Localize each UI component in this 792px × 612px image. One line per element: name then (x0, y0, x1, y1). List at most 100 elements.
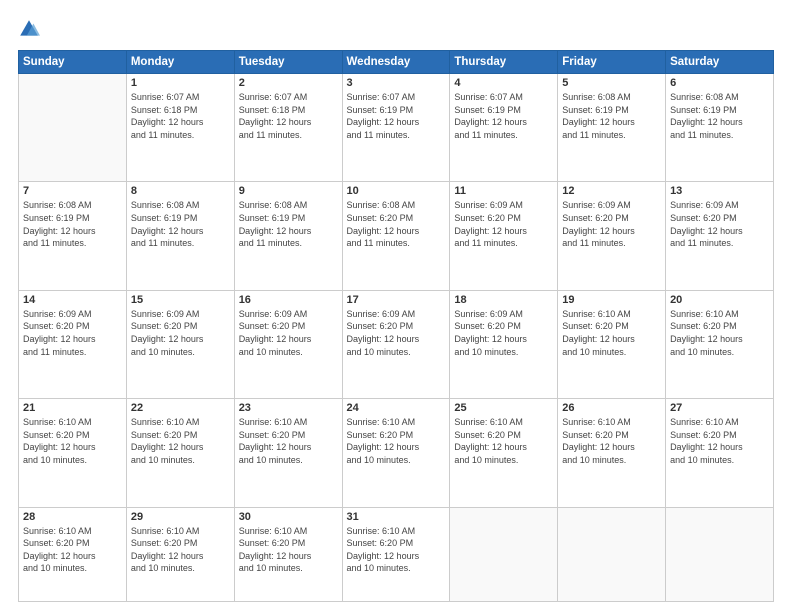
calendar-day-cell: 12 Sunrise: 6:09 AM Sunset: 6:20 PM Dayli… (558, 182, 666, 290)
calendar-day-cell: 5Sunrise: 6:08 AM Sunset: 6:19 PM Daylig… (558, 74, 666, 182)
day-info: Sunrise: 6:08 AM Sunset: 6:20 PM Dayligh… (347, 199, 446, 249)
calendar-week-row: 28 Sunrise: 6:10 AM Sunset: 6:20 PM Dayli… (19, 507, 774, 601)
calendar-day-cell: 13Sunrise: 6:09 AM Sunset: 6:20 PM Dayli… (666, 182, 774, 290)
calendar-day-cell: 6 Sunrise: 6:08 AM Sunset: 6:19 PM Daylig… (666, 74, 774, 182)
calendar-day-cell (450, 507, 558, 601)
calendar-week-row: 7 Sunrise: 6:08 AM Sunset: 6:19 PM Daylig… (19, 182, 774, 290)
day-number: 22 (131, 402, 230, 414)
calendar-day-cell: 8 Sunrise: 6:08 AM Sunset: 6:19 PM Daylig… (126, 182, 234, 290)
day-info: Sunrise: 6:10 AM Sunset: 6:20 PM Dayligh… (131, 525, 230, 575)
calendar-day-cell: 18 Sunrise: 6:09 AM Sunset: 6:20 PM Dayli… (450, 290, 558, 398)
day-info: Sunrise: 6:09 AM Sunset: 6:20 PM Dayligh… (347, 308, 446, 358)
day-number: 9 (239, 185, 338, 197)
day-number: 13 (670, 185, 769, 197)
day-info: Sunrise: 6:09 AM Sunset: 6:20 PM Dayligh… (454, 199, 553, 249)
weekday-header-saturday: Saturday (666, 51, 774, 74)
day-number: 14 (23, 294, 122, 306)
page: SundayMondayTuesdayWednesdayThursdayFrid… (0, 0, 792, 612)
day-number: 23 (239, 402, 338, 414)
day-info: Sunrise: 6:08 AM Sunset: 6:19 PM Dayligh… (131, 199, 230, 249)
calendar-day-cell: 10Sunrise: 6:08 AM Sunset: 6:20 PM Dayli… (342, 182, 450, 290)
day-info: Sunrise: 6:10 AM Sunset: 6:20 PM Dayligh… (670, 416, 769, 466)
weekday-header-sunday: Sunday (19, 51, 127, 74)
day-number: 21 (23, 402, 122, 414)
day-info: Sunrise: 6:08 AM Sunset: 6:19 PM Dayligh… (23, 199, 122, 249)
logo (18, 18, 44, 40)
calendar-day-cell: 27 Sunrise: 6:10 AM Sunset: 6:20 PM Dayli… (666, 399, 774, 507)
calendar-day-cell (666, 507, 774, 601)
day-info: Sunrise: 6:09 AM Sunset: 6:20 PM Dayligh… (454, 308, 553, 358)
day-info: Sunrise: 6:10 AM Sunset: 6:20 PM Dayligh… (562, 308, 661, 358)
day-info: Sunrise: 6:08 AM Sunset: 6:19 PM Dayligh… (670, 91, 769, 141)
day-number: 4 (454, 77, 553, 89)
day-number: 29 (131, 511, 230, 523)
day-number: 31 (347, 511, 446, 523)
calendar-day-cell: 23 Sunrise: 6:10 AM Sunset: 6:20 PM Dayli… (234, 399, 342, 507)
calendar-day-cell: 14 Sunrise: 6:09 AM Sunset: 6:20 PM Dayli… (19, 290, 127, 398)
day-info: Sunrise: 6:10 AM Sunset: 6:20 PM Dayligh… (239, 416, 338, 466)
weekday-header-thursday: Thursday (450, 51, 558, 74)
day-info: Sunrise: 6:10 AM Sunset: 6:20 PM Dayligh… (347, 416, 446, 466)
day-number: 27 (670, 402, 769, 414)
day-info: Sunrise: 6:10 AM Sunset: 6:20 PM Dayligh… (23, 525, 122, 575)
day-number: 6 (670, 77, 769, 89)
weekday-header-wednesday: Wednesday (342, 51, 450, 74)
weekday-header-monday: Monday (126, 51, 234, 74)
calendar-header-row: SundayMondayTuesdayWednesdayThursdayFrid… (19, 51, 774, 74)
calendar-week-row: 14 Sunrise: 6:09 AM Sunset: 6:20 PM Dayli… (19, 290, 774, 398)
calendar-day-cell: 31 Sunrise: 6:10 AM Sunset: 6:20 PM Dayli… (342, 507, 450, 601)
day-info: Sunrise: 6:10 AM Sunset: 6:20 PM Dayligh… (562, 416, 661, 466)
calendar-day-cell: 28 Sunrise: 6:10 AM Sunset: 6:20 PM Dayli… (19, 507, 127, 601)
day-number: 16 (239, 294, 338, 306)
calendar-day-cell: 29 Sunrise: 6:10 AM Sunset: 6:20 PM Dayli… (126, 507, 234, 601)
day-number: 18 (454, 294, 553, 306)
day-number: 15 (131, 294, 230, 306)
day-number: 3 (347, 77, 446, 89)
calendar-day-cell (558, 507, 666, 601)
day-number: 19 (562, 294, 661, 306)
day-info: Sunrise: 6:09 AM Sunset: 6:20 PM Dayligh… (23, 308, 122, 358)
day-info: Sunrise: 6:10 AM Sunset: 6:20 PM Dayligh… (131, 416, 230, 466)
logo-icon (18, 18, 40, 40)
calendar-day-cell: 30 Sunrise: 6:10 AM Sunset: 6:20 PM Dayli… (234, 507, 342, 601)
day-number: 17 (347, 294, 446, 306)
calendar-day-cell: 26 Sunrise: 6:10 AM Sunset: 6:20 PM Dayli… (558, 399, 666, 507)
day-number: 7 (23, 185, 122, 197)
day-info: Sunrise: 6:10 AM Sunset: 6:20 PM Dayligh… (239, 525, 338, 575)
calendar-day-cell: 2Sunrise: 6:07 AM Sunset: 6:18 PM Daylig… (234, 74, 342, 182)
calendar-day-cell: 9 Sunrise: 6:08 AM Sunset: 6:19 PM Daylig… (234, 182, 342, 290)
day-number: 30 (239, 511, 338, 523)
day-number: 20 (670, 294, 769, 306)
calendar-day-cell: 15 Sunrise: 6:09 AM Sunset: 6:20 PM Dayli… (126, 290, 234, 398)
day-info: Sunrise: 6:09 AM Sunset: 6:20 PM Dayligh… (239, 308, 338, 358)
day-info: Sunrise: 6:08 AM Sunset: 6:19 PM Dayligh… (239, 199, 338, 249)
calendar-day-cell: 21Sunrise: 6:10 AM Sunset: 6:20 PM Dayli… (19, 399, 127, 507)
day-info: Sunrise: 6:10 AM Sunset: 6:20 PM Dayligh… (347, 525, 446, 575)
calendar-day-cell: 1Sunrise: 6:07 AM Sunset: 6:18 PM Daylig… (126, 74, 234, 182)
header (18, 18, 774, 40)
day-number: 12 (562, 185, 661, 197)
calendar-day-cell: 3Sunrise: 6:07 AM Sunset: 6:19 PM Daylig… (342, 74, 450, 182)
weekday-header-friday: Friday (558, 51, 666, 74)
day-info: Sunrise: 6:07 AM Sunset: 6:18 PM Dayligh… (239, 91, 338, 141)
day-info: Sunrise: 6:07 AM Sunset: 6:18 PM Dayligh… (131, 91, 230, 141)
day-number: 25 (454, 402, 553, 414)
day-info: Sunrise: 6:10 AM Sunset: 6:20 PM Dayligh… (454, 416, 553, 466)
day-info: Sunrise: 6:10 AM Sunset: 6:20 PM Dayligh… (670, 308, 769, 358)
calendar-day-cell (19, 74, 127, 182)
day-number: 28 (23, 511, 122, 523)
calendar-day-cell: 24 Sunrise: 6:10 AM Sunset: 6:20 PM Dayli… (342, 399, 450, 507)
calendar-day-cell: 11 Sunrise: 6:09 AM Sunset: 6:20 PM Dayli… (450, 182, 558, 290)
day-number: 24 (347, 402, 446, 414)
day-number: 8 (131, 185, 230, 197)
calendar-day-cell: 17 Sunrise: 6:09 AM Sunset: 6:20 PM Dayli… (342, 290, 450, 398)
day-info: Sunrise: 6:09 AM Sunset: 6:20 PM Dayligh… (562, 199, 661, 249)
day-number: 26 (562, 402, 661, 414)
day-number: 11 (454, 185, 553, 197)
day-info: Sunrise: 6:07 AM Sunset: 6:19 PM Dayligh… (454, 91, 553, 141)
calendar-table: SundayMondayTuesdayWednesdayThursdayFrid… (18, 50, 774, 602)
calendar-day-cell: 7 Sunrise: 6:08 AM Sunset: 6:19 PM Daylig… (19, 182, 127, 290)
calendar-day-cell: 19 Sunrise: 6:10 AM Sunset: 6:20 PM Dayli… (558, 290, 666, 398)
day-info: Sunrise: 6:09 AM Sunset: 6:20 PM Dayligh… (131, 308, 230, 358)
calendar-day-cell: 4 Sunrise: 6:07 AM Sunset: 6:19 PM Daylig… (450, 74, 558, 182)
